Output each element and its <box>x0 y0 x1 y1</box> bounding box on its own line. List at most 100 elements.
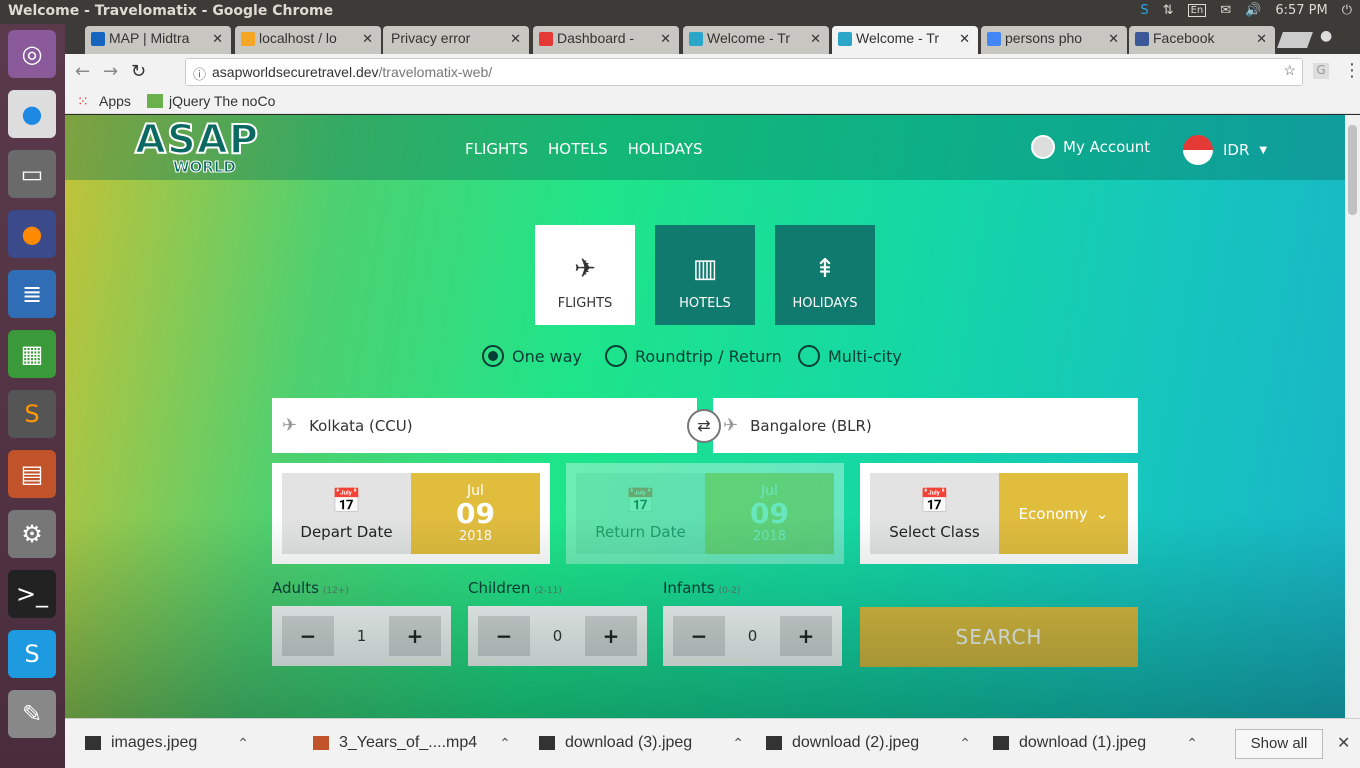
infants-minus-button[interactable]: − <box>673 616 725 656</box>
class-selector[interactable]: 📅 Select Class Economy ⌄ <box>860 463 1138 564</box>
new-tab-button[interactable] <box>1277 32 1313 48</box>
adults-stepper: − 1 + <box>272 606 451 666</box>
currency-selector[interactable]: IDR ▼ <box>1183 135 1267 165</box>
infants-count[interactable]: 0 <box>725 616 780 656</box>
chevron-up-icon[interactable]: ⌃ <box>237 735 249 752</box>
children-minus-button[interactable]: − <box>478 616 530 656</box>
info-icon[interactable]: ⓘ <box>193 64 206 83</box>
download-item[interactable]: 3_Years_of_....mp4 ⌃ <box>313 734 511 752</box>
tab-dashboard[interactable]: Dashboard - ✕ <box>533 26 679 54</box>
close-icon[interactable]: ✕ <box>510 31 521 47</box>
chevron-up-icon[interactable]: ⌃ <box>1186 735 1198 752</box>
chrome-icon[interactable]: ● <box>8 90 56 138</box>
skype-tray-icon[interactable]: S <box>1140 3 1148 18</box>
profile-icon[interactable]: ● <box>1320 28 1332 44</box>
adults-plus-button[interactable]: + <box>389 616 441 656</box>
address-bar[interactable]: ⓘ asapworldsecuretravel.dev/travelomatix… <box>185 58 1303 86</box>
writer-icon[interactable]: ≣ <box>8 270 56 318</box>
adults-range: (12+) <box>322 586 349 596</box>
tab-phpmyadmin[interactable]: localhost / lo ✕ <box>235 26 381 54</box>
service-tab-hotels[interactable]: ▥ HOTELS <box>655 225 755 325</box>
nav-holidays[interactable]: HOLIDAYS <box>628 140 703 158</box>
to-city-field[interactable]: ✈ Bangalore (BLR) <box>713 398 1138 453</box>
settings-icon[interactable]: ⚙ <box>8 510 56 558</box>
terminal-icon[interactable]: >_ <box>8 570 56 618</box>
volume-icon[interactable]: 🔊 <box>1245 3 1261 18</box>
bookmark-jquery[interactable]: jQuery The noCo <box>169 93 289 109</box>
keyboard-layout[interactable]: En <box>1187 4 1207 17</box>
menu-icon[interactable]: ⋮ <box>1343 60 1360 81</box>
close-icon[interactable]: ✕ <box>810 31 821 47</box>
sublime-icon[interactable]: S <box>8 390 56 438</box>
system-tray: S ⇅ En ✉ 🔊 6:57 PM ⏻ <box>1140 3 1352 18</box>
chevron-up-icon[interactable]: ⌃ <box>959 735 971 752</box>
adults-count[interactable]: 1 <box>334 616 389 656</box>
trip-multi-city[interactable]: Multi-city <box>798 345 902 367</box>
firefox-icon[interactable]: ● <box>8 210 56 258</box>
adults-minus-button[interactable]: − <box>282 616 334 656</box>
close-icon[interactable]: ✕ <box>660 31 671 47</box>
url-path: /travelomatix-web/ <box>378 64 493 80</box>
close-icon[interactable]: ✕ <box>1337 733 1350 753</box>
children-count[interactable]: 0 <box>530 616 585 656</box>
tab-facebook[interactable]: Facebook ✕ <box>1129 26 1275 54</box>
clock[interactable]: 6:57 PM <box>1275 3 1327 18</box>
my-account-link[interactable]: My Account <box>1031 135 1150 159</box>
impress-icon[interactable]: ▤ <box>8 450 56 498</box>
close-icon[interactable]: ✕ <box>212 31 223 47</box>
show-all-button[interactable]: Show all <box>1235 729 1323 759</box>
children-plus-button[interactable]: + <box>585 616 637 656</box>
tab-map[interactable]: MAP | Midtra ✕ <box>85 26 231 54</box>
close-icon[interactable]: ✕ <box>959 31 970 47</box>
forward-icon[interactable]: → <box>103 61 118 82</box>
trip-roundtrip[interactable]: Roundtrip / Return <box>605 345 782 367</box>
download-item[interactable]: download (1).jpeg ⌃ <box>993 734 1198 752</box>
asap-world-logo[interactable]: ASAP WORLD <box>134 119 275 180</box>
bookmark-star-icon[interactable]: ☆ <box>1283 62 1296 79</box>
facebook-favicon-icon <box>1135 32 1149 46</box>
download-item[interactable]: images.jpeg ⌃ <box>85 734 249 752</box>
infants-plus-button[interactable]: + <box>780 616 832 656</box>
tab-welcome-active[interactable]: Welcome - Tr ✕ <box>832 26 978 54</box>
tab-privacy-error[interactable]: Privacy error ✕ <box>383 26 529 54</box>
calendar-icon: 📅 <box>331 486 362 515</box>
tab-google-search[interactable]: persons pho ✕ <box>981 26 1127 54</box>
pma-favicon-icon <box>241 32 255 46</box>
download-name: 3_Years_of_....mp4 <box>339 734 478 751</box>
trip-one-way[interactable]: One way <box>482 345 582 367</box>
calc-icon[interactable]: ▦ <box>8 330 56 378</box>
close-icon[interactable]: ✕ <box>362 31 373 47</box>
swap-cities-button[interactable]: ⇄ <box>687 409 721 443</box>
nav-flights[interactable]: FLIGHTS <box>465 140 528 158</box>
download-item[interactable]: download (2).jpeg ⌃ <box>766 734 971 752</box>
scrollbar-thumb[interactable] <box>1348 125 1357 215</box>
ubuntu-dash-icon[interactable]: ◎ <box>8 30 56 78</box>
download-name: images.jpeg <box>111 734 198 751</box>
service-tab-flights[interactable]: ✈ FLIGHTS <box>535 225 635 325</box>
reload-icon[interactable]: ↻ <box>131 61 146 82</box>
tab-label: Welcome - Tr <box>856 30 939 46</box>
download-item[interactable]: download (3).jpeg ⌃ <box>539 734 744 752</box>
from-city-field[interactable]: ✈ Kolkata (CCU) <box>272 398 697 453</box>
extension-icon[interactable]: G <box>1313 63 1329 79</box>
bookmark-apps[interactable]: Apps <box>99 93 131 109</box>
files-icon[interactable]: ▭ <box>8 150 56 198</box>
tab-welcome-1[interactable]: Welcome - Tr ✕ <box>683 26 829 54</box>
nav-hotels[interactable]: HOTELS <box>548 140 608 158</box>
text-editor-icon[interactable]: ✎ <box>8 690 56 738</box>
power-icon[interactable]: ⏻ <box>1342 3 1352 18</box>
skype-icon[interactable]: S <box>8 630 56 678</box>
tab-label: MAP | Midtra <box>109 30 190 46</box>
close-icon[interactable]: ✕ <box>1256 31 1267 47</box>
close-icon[interactable]: ✕ <box>1108 31 1119 47</box>
chevron-up-icon[interactable]: ⌃ <box>732 735 744 752</box>
site-favicon-icon <box>689 32 703 46</box>
search-button[interactable]: SEARCH <box>860 607 1138 667</box>
network-icon[interactable]: ⇅ <box>1163 3 1174 18</box>
service-tab-holidays[interactable]: ⇞ HOLIDAYS <box>775 225 875 325</box>
back-icon[interactable]: ← <box>75 61 90 82</box>
chevron-up-icon[interactable]: ⌃ <box>499 735 511 752</box>
page-scrollbar[interactable] <box>1345 115 1360 718</box>
depart-date-picker[interactable]: 📅 Depart Date Jul 09 2018 <box>272 463 550 564</box>
mail-icon[interactable]: ✉ <box>1220 3 1231 18</box>
